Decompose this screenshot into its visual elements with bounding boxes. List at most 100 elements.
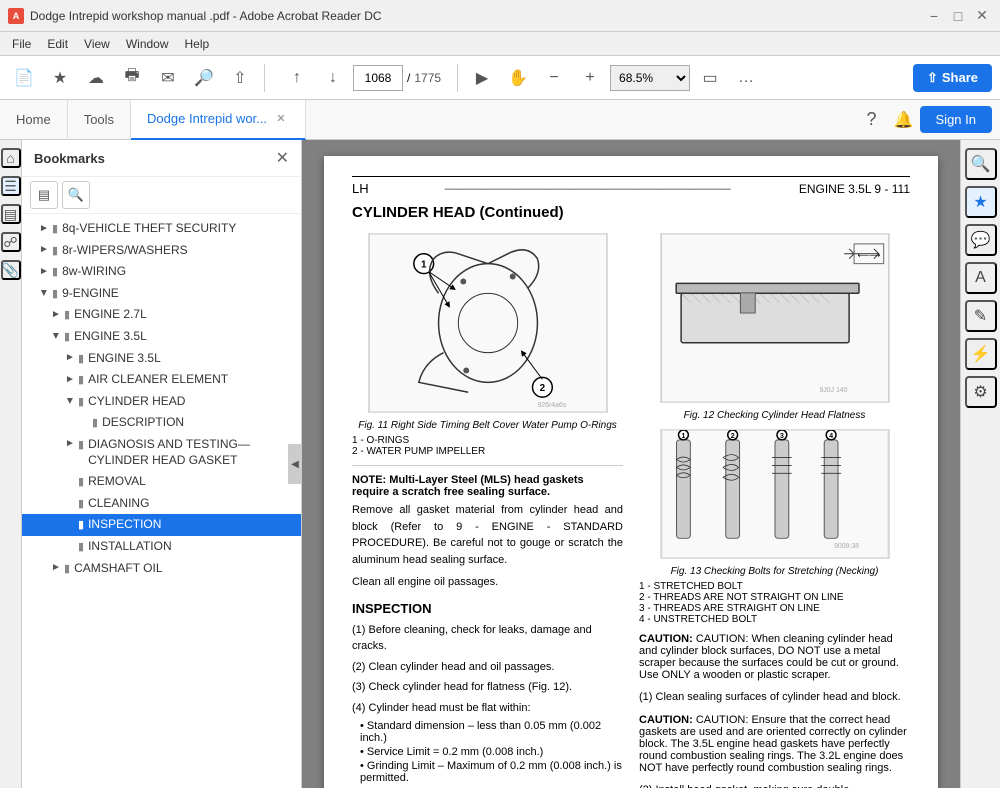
close-button[interactable]: ✕ [972,6,992,26]
inspection-bullet-1: • Service Limit = 0.2 mm (0.008 inch.) [360,746,623,758]
svg-text:1: 1 [681,433,685,440]
left-panel-attachments[interactable]: 📎 [1,260,21,280]
share-icon: ⇧ [927,70,938,86]
right-panel-search[interactable]: 🔍 [965,148,997,180]
sidebar-item-wiring[interactable]: ► ▮ 8w-WIRING [22,261,301,283]
sidebar-item-engine-27[interactable]: ► ▮ ENGINE 2.7L [22,304,301,326]
right-panel-bookmark[interactable]: ★ [965,186,997,218]
maximize-button[interactable]: □ [948,6,968,26]
sidebar-close-button[interactable]: ✕ [276,148,289,168]
inspection-bullet-0: • Standard dimension – less than 0.05 mm… [360,720,623,744]
sign-in-button[interactable]: Sign In [920,106,992,133]
menu-edit[interactable]: Edit [39,35,76,53]
left-panel-layers[interactable]: ☍ [1,232,21,252]
prev-page-button[interactable]: ↑ [281,62,313,94]
sidebar-grid-button[interactable]: ▤ [30,181,58,209]
sidebar-item-cylinder-head[interactable]: ► ▮ CYLINDER HEAD [22,391,301,413]
bookmark-icon: ▮ [52,287,58,300]
notifications-button[interactable]: 🔔 [888,104,920,136]
next-page-button[interactable]: ↓ [317,62,349,94]
right-panel-tools[interactable]: ⚙ [965,376,997,408]
bookmark-icon: ▮ [64,330,70,343]
tab-close-button[interactable]: ✕ [273,111,289,127]
tab-tools[interactable]: Tools [68,100,131,140]
pdf-figure-11: 1 2 [352,233,623,457]
pdf-page-header: LH —————————————————————————— ENGINE 3.5… [352,176,910,196]
right-panel-signature[interactable]: ⚡ [965,338,997,370]
print-button[interactable]: 🖶 [116,62,148,94]
sidebar-item-description[interactable]: ► ▮ DESCRIPTION [22,412,301,434]
pdf-scroll-area[interactable]: LH —————————————————————————— ENGINE 3.5… [302,140,960,788]
page-number-input[interactable]: 1068 [353,65,403,91]
sidebar-item-air-cleaner[interactable]: ► ▮ AIR CLEANER ELEMENT [22,369,301,391]
expand-arrow: ► [64,352,76,364]
tab-home[interactable]: Home [0,100,68,140]
inspection-item-1: (2) Clean cylinder head and oil passages… [352,659,623,676]
pdf-note: NOTE: Multi-Layer Steel (MLS) head gaske… [352,474,623,498]
bookmark-icon: ▮ [52,244,58,257]
zoom-in-toolbar-button[interactable]: ⇧ [224,62,256,94]
right-panel-edit[interactable]: ✎ [965,300,997,332]
sidebar-item-removal[interactable]: ► ▮ REMOVAL [22,471,301,493]
window-controls[interactable]: − □ ✕ [924,6,992,26]
email-button[interactable]: ✉ [152,62,184,94]
sidebar-item-wipers[interactable]: ► ▮ 8r-WIPERS/WASHERS [22,240,301,262]
page-separator: / [407,71,410,85]
pdf-header-lh: LH [352,181,369,196]
sidebar-toolbar: ▤ 🔍 [22,177,301,214]
window-title: Dodge Intrepid workshop manual .pdf - Ad… [30,9,382,23]
zoom-in-button[interactable]: + [574,62,606,94]
zoom-out-button[interactable]: − [538,62,570,94]
left-panel-bookmarks[interactable]: ☰ [1,176,21,196]
fit-page-button[interactable]: ▭ [694,62,726,94]
sidebar-item-engine[interactable]: ► ▮ 9-ENGINE [22,283,301,305]
more-tools-button[interactable]: … [730,62,762,94]
sidebar-item-camshaft[interactable]: ► ▮ CAMSHAFT OIL [22,558,301,580]
share-button[interactable]: ⇧ Share [913,64,992,92]
expand-arrow: ► [38,222,50,234]
svg-text:2: 2 [539,383,545,394]
menu-help[interactable]: Help [177,35,218,53]
zoom-out-toolbar-button[interactable]: 🔎 [188,62,220,94]
sidebar-item-cleaning[interactable]: ► ▮ CLEANING [22,493,301,515]
bookmark-button[interactable]: ★ [44,62,76,94]
menu-file[interactable]: File [4,35,39,53]
bookmark-icon: ▮ [78,395,84,408]
sidebar: Bookmarks ✕ ▤ 🔍 ► ▮ 8q-VEHICLE THEFT SEC… [22,140,302,788]
expand-arrow: ► [50,330,62,342]
sidebar-item-engine-35-sub[interactable]: ► ▮ ENGINE 3.5L [22,348,301,370]
sidebar-item-installation[interactable]: ► ▮ INSTALLATION [22,536,301,558]
sidebar-item-diagnosis[interactable]: ► ▮ DIAGNOSIS AND TESTING—CYLINDER HEAD … [22,434,301,471]
pdf-right-col-para1: (1) Clean sealing surfaces of cylinder h… [639,689,910,706]
figure-12-svg: ⟵⟶ 9J0J 140 [660,233,890,403]
svg-text:1: 1 [420,260,426,271]
left-panel-home[interactable]: ⌂ [1,148,21,168]
right-panel-translate[interactable]: A [965,262,997,294]
svg-text:⟵⟶: ⟵⟶ [857,251,880,260]
tab-document[interactable]: Dodge Intrepid wor... ✕ [131,100,306,140]
sidebar-item-engine-35-group[interactable]: ► ▮ ENGINE 3.5L [22,326,301,348]
minimize-button[interactable]: − [924,6,944,26]
pdf-header-separator: —————————————————————————— [377,183,799,195]
svg-text:9009:38: 9009:38 [834,543,859,550]
cursor-tool-button[interactable]: ▶ [466,62,498,94]
hand-tool-button[interactable]: ✋ [502,62,534,94]
expand-arrow: ► [38,244,50,256]
sidebar-item-inspection[interactable]: ► ▮ INSPECTION [22,514,301,536]
left-panel-thumbnails[interactable]: ▤ [1,204,21,224]
menu-window[interactable]: Window [118,35,177,53]
right-panel-comments[interactable]: 💬 [965,224,997,256]
divider-1 [352,465,623,466]
expand-arrow: ► [38,287,50,299]
zoom-selector[interactable]: 68.5% 50% 75% 100% 125% 150% [610,65,690,91]
fig11-labels: 1 - O-RINGS 2 - WATER PUMP IMPELLER [352,435,623,457]
sidebar-item-vehicle-theft[interactable]: ► ▮ 8q-VEHICLE THEFT SECURITY [22,218,301,240]
sidebar-collapse-button[interactable]: ◀ [288,444,302,484]
upload-button[interactable]: ☁ [80,62,112,94]
help-button[interactable]: ? [856,104,888,136]
title-bar: A Dodge Intrepid workshop manual .pdf - … [0,0,1000,32]
sidebar-search-button[interactable]: 🔍 [62,181,90,209]
menu-view[interactable]: View [76,35,118,53]
left-panel: ⌂ ☰ ▤ ☍ 📎 [0,140,22,788]
new-button[interactable]: 📄 [8,62,40,94]
